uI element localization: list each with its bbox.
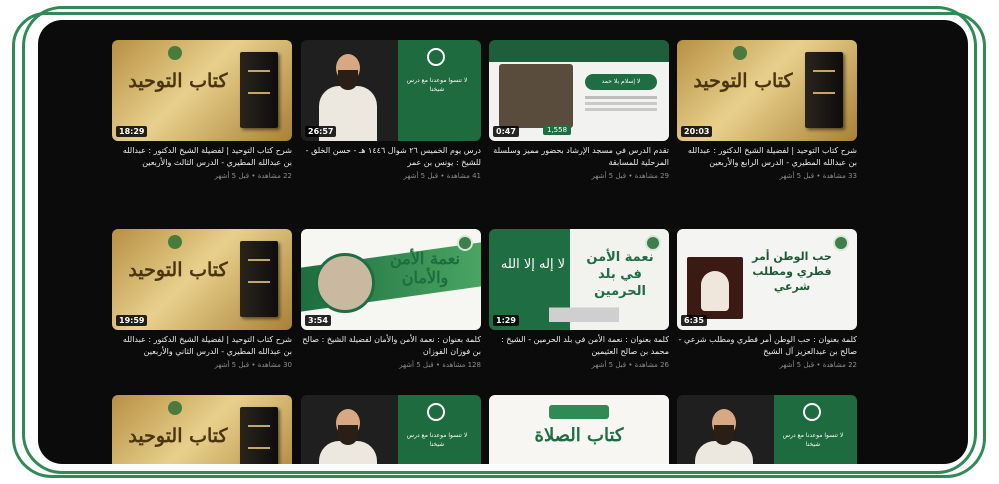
video-grid-panel: كتاب التوحيد 18:29 شرح كتاب التوحيد | لفضي… <box>38 20 968 464</box>
video-thumbnail[interactable]: لا تنسوا موعدنا مع درس شيخنا <box>677 395 857 464</box>
thumbnail-calligraphy: كتاب الصلاة <box>534 425 624 446</box>
video-card[interactable]: نعمة الأمن والأمان 3:54 كلمة بعنوان : نعمة… <box>301 229 481 369</box>
channel-logo-icon <box>645 235 661 251</box>
video-title[interactable]: كلمة بعنوان : نعمة الأمن في بلد الحرمين … <box>489 334 669 358</box>
video-thumbnail[interactable]: كتاب التوحيد <box>112 395 292 464</box>
speaker-photo <box>319 409 377 464</box>
video-thumbnail[interactable]: لا إله إلا الله نعمة الأمن في بلد الحرمين… <box>489 229 669 330</box>
video-title[interactable]: كلمة بعنوان : حب الوطن أمر فطري ومطلب شر… <box>677 334 857 358</box>
video-meta: 41 مشاهدة • قبل 5 أشهر <box>403 172 481 180</box>
thumbnail-text: لا تنسوا موعدنا مع درس شيخنا <box>406 432 468 448</box>
video-duration-badge: 26:57 <box>305 126 337 137</box>
video-card[interactable]: كتاب التوحيد <box>112 395 292 464</box>
video-title[interactable]: كلمة بعنوان : نعمة الأمن والأمان لفضيلة … <box>301 334 481 358</box>
video-meta: 128 مشاهدة • قبل 5 أشهر <box>399 361 481 369</box>
video-card[interactable]: لا تنسوا موعدنا مع درس شيخنا <box>301 395 481 464</box>
video-card[interactable]: كتاب التوحيد 20:03 شرح كتاب التوحيد | لفضي… <box>677 40 857 180</box>
book-cover-icon <box>240 52 278 128</box>
thumbnail-title: كتاب التوحيد <box>693 70 793 92</box>
thumbnail-text: لا تنسوا موعدنا مع درس شيخنا <box>782 432 844 448</box>
video-title[interactable]: شرح كتاب التوحيد | لفضيلة الشيخ الدكتور … <box>112 334 292 358</box>
video-title[interactable]: تقدم الدرس في مسجد الإرشاد بحضور مميز وس… <box>489 145 669 169</box>
channel-logo-icon <box>733 46 747 60</box>
video-meta: 30 مشاهدة • قبل 5 أشهر <box>214 361 292 369</box>
mosque-illustration <box>549 298 619 322</box>
speaker-portrait <box>315 253 375 313</box>
video-meta: 22 مشاهدة • قبل 5 أشهر <box>214 172 292 180</box>
video-duration-badge: 6:35 <box>681 315 707 326</box>
thumbnail-text: لا تنسوا موعدنا مع درس شيخنا <box>406 77 468 93</box>
channel-logo-icon <box>168 46 182 60</box>
book-cover-icon <box>240 407 278 464</box>
video-meta: 22 مشاهدة • قبل 5 أشهر <box>779 361 857 369</box>
video-thumbnail[interactable]: لا تنسوا موعدنا مع درس شيخنا 26:57 <box>301 40 481 141</box>
speaker-beard <box>338 425 358 445</box>
video-thumbnail[interactable]: حب الوطن أمر فطري ومطلب شرعي 6:35 <box>677 229 857 330</box>
channel-logo-icon <box>803 403 821 421</box>
video-title[interactable]: شرح كتاب التوحيد | لفضيلة الشيخ الدكتور … <box>112 145 292 169</box>
video-card[interactable]: كتاب التوحيد 19:59 شرح كتاب التوحيد | لفضي… <box>112 229 292 369</box>
lesson-photo <box>499 64 573 128</box>
text-lines-decoration <box>585 96 657 99</box>
video-duration-badge: 18:29 <box>116 126 148 137</box>
video-thumbnail[interactable]: كتاب الصلاة <box>489 395 669 464</box>
video-thumbnail[interactable]: كتاب التوحيد 19:59 <box>112 229 292 330</box>
thumbnail-banner: لا إسلام بلا حمد <box>585 74 657 90</box>
ornament-decoration <box>549 405 609 419</box>
video-duration-badge: 0:47 <box>493 126 519 137</box>
video-thumbnail[interactable]: لا تنسوا موعدنا مع درس شيخنا <box>301 395 481 464</box>
channel-logo-icon <box>427 48 445 66</box>
video-thumbnail[interactable]: نعمة الأمن والأمان 3:54 <box>301 229 481 330</box>
video-card[interactable]: كتاب التوحيد 18:29 شرح كتاب التوحيد | لفضي… <box>112 40 292 180</box>
video-title[interactable]: درس يوم الخميس ٢٦ شوال ١٤٤٦ هـ - حسن الخ… <box>301 145 481 169</box>
video-meta: 29 مشاهدة • قبل 5 أشهر <box>591 172 669 180</box>
speaker-photo <box>695 409 753 464</box>
video-card[interactable]: حب الوطن أمر فطري ومطلب شرعي 6:35 كلمة بعن… <box>677 229 857 369</box>
book-cover-icon <box>805 52 843 128</box>
video-card[interactable]: لا إسلام بلا حمد 1,558 0:47 تقدم الدرس في م… <box>489 40 669 180</box>
video-meta: 33 مشاهدة • قبل 5 أشهر <box>779 172 857 180</box>
thumbnail-calligraphy: نعمة الأمن والأمان <box>390 249 460 287</box>
speaker-beard <box>714 425 734 445</box>
video-duration-badge: 20:03 <box>681 126 713 137</box>
video-duration-badge: 3:54 <box>305 315 331 326</box>
video-card[interactable]: لا تنسوا موعدنا مع درس شيخنا <box>677 395 857 464</box>
video-thumbnail[interactable]: كتاب التوحيد 20:03 <box>677 40 857 141</box>
thumbnail-title: كتاب التوحيد <box>128 70 228 92</box>
thumbnail-title: حب الوطن أمر فطري ومطلب شرعي <box>752 250 832 293</box>
channel-logo-icon <box>168 401 182 415</box>
thumbnail-title: كتاب التوحيد <box>128 425 228 447</box>
speaker-video <box>687 257 743 319</box>
view-count-badge: 1,558 <box>543 125 572 135</box>
channel-logo-icon <box>457 235 473 251</box>
speaker-beard <box>338 70 358 90</box>
video-thumbnail[interactable]: لا إسلام بلا حمد 1,558 0:47 <box>489 40 669 141</box>
video-card[interactable]: كتاب الصلاة <box>489 395 669 464</box>
channel-logo-icon <box>168 235 182 249</box>
channel-logo-icon <box>427 403 445 421</box>
video-thumbnail[interactable]: كتاب التوحيد 18:29 <box>112 40 292 141</box>
video-card[interactable]: لا إله إلا الله نعمة الأمن في بلد الحرمين… <box>489 229 669 369</box>
video-duration-badge: 19:59 <box>116 315 148 326</box>
video-title[interactable]: شرح كتاب التوحيد | لفضيلة الشيخ الدكتور … <box>677 145 857 169</box>
channel-logo-icon <box>833 235 849 251</box>
thumbnail-calligraphy: لا إله إلا الله <box>500 257 566 272</box>
book-cover-icon <box>240 241 278 317</box>
video-duration-badge: 1:29 <box>493 315 519 326</box>
video-meta: 26 مشاهدة • قبل 5 أشهر <box>591 361 669 369</box>
thumbnail-title: كتاب التوحيد <box>128 259 228 281</box>
video-card[interactable]: لا تنسوا موعدنا مع درس شيخنا 26:57 درس يوم… <box>301 40 481 180</box>
thumbnail-title: نعمة الأمن في بلد الحرمين <box>586 250 654 299</box>
